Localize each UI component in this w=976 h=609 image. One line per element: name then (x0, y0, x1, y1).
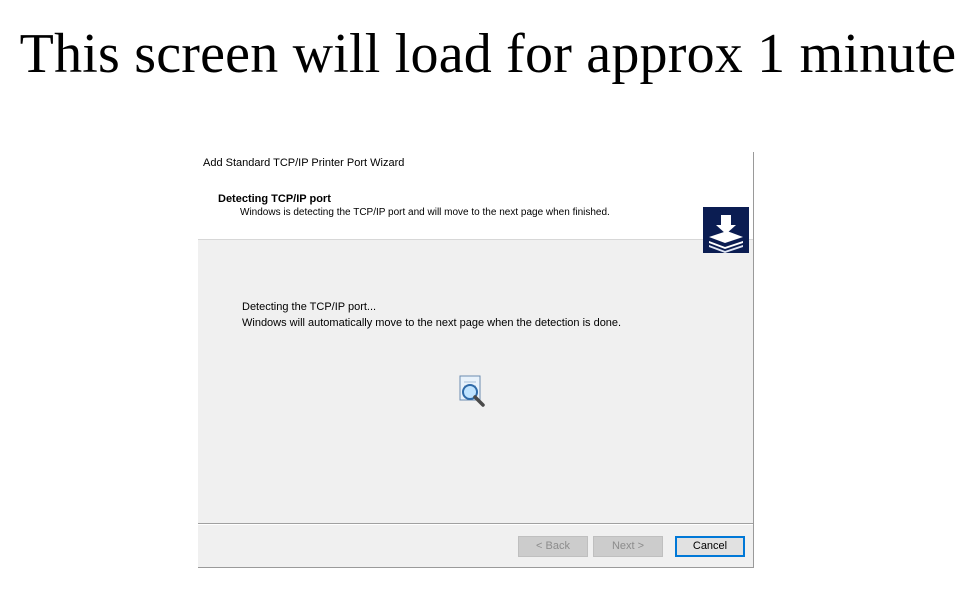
footer-separator (198, 523, 753, 525)
header-title: Detecting TCP/IP port (218, 193, 331, 205)
wizard-dialog: Add Standard TCP/IP Printer Port Wizard … (198, 152, 754, 568)
search-animation-icon (456, 374, 492, 408)
auto-move-text: Windows will automatically move to the n… (242, 317, 622, 329)
printer-wizard-icon (703, 207, 749, 253)
slide-title: This screen will load for approx 1 minut… (19, 23, 957, 85)
back-button[interactable]: < Back (518, 536, 588, 557)
cancel-button[interactable]: Cancel (675, 536, 745, 557)
window-title: Add Standard TCP/IP Printer Port Wizard (198, 152, 753, 174)
header-subtitle: Windows is detecting the TCP/IP port and… (240, 207, 610, 218)
next-button[interactable]: Next > (593, 536, 663, 557)
detecting-text: Detecting the TCP/IP port... (242, 301, 377, 313)
wizard-header: Detecting TCP/IP port Windows is detecti… (198, 174, 753, 253)
